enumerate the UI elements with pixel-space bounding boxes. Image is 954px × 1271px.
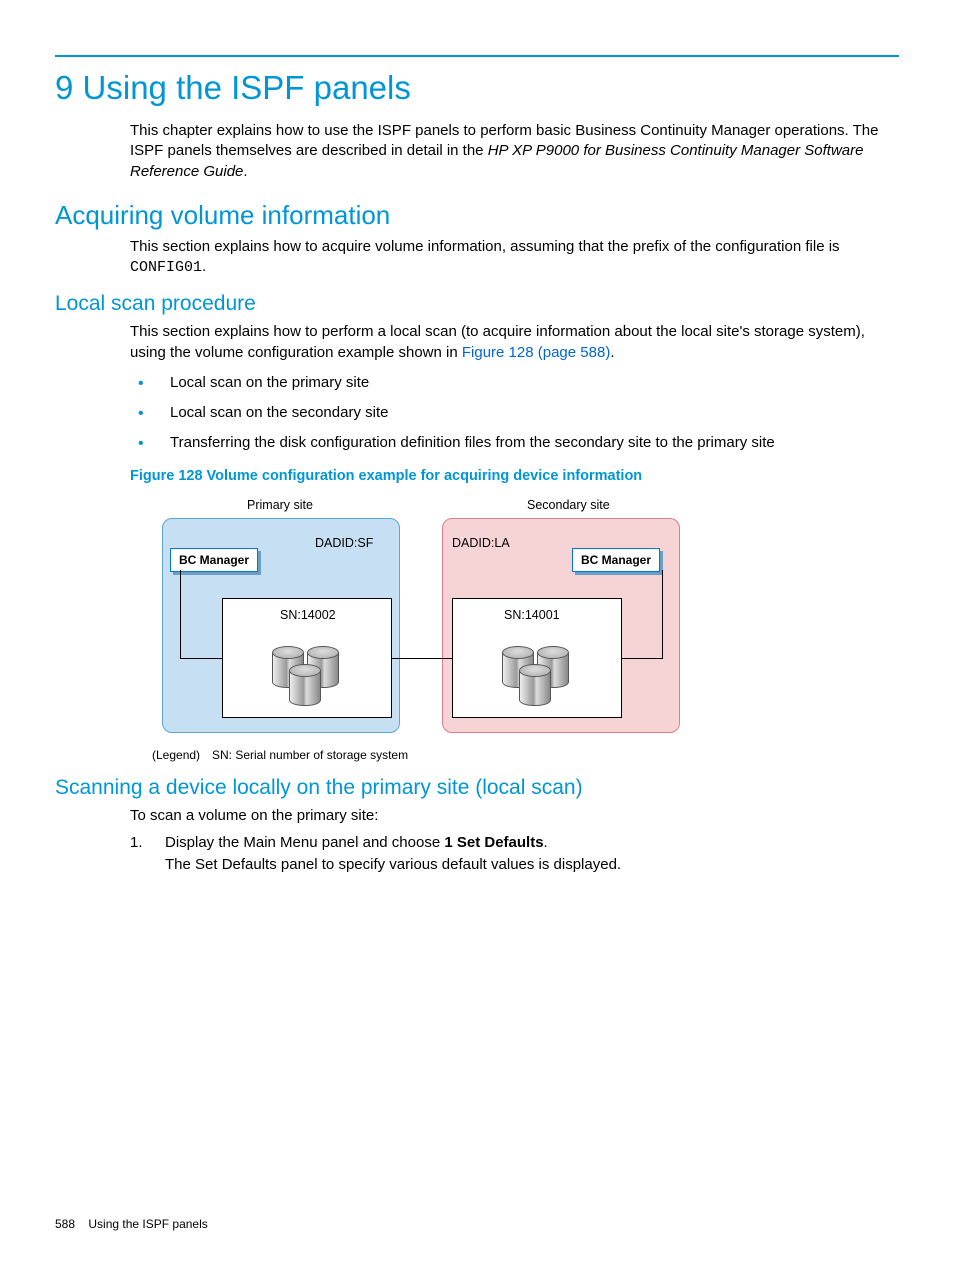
- subsection-scanning-heading: Scanning a device locally on the primary…: [55, 776, 899, 800]
- s1-mono: CONFIG01: [130, 259, 202, 276]
- sn-secondary: SN:14001: [504, 608, 560, 622]
- step-line1-post: .: [544, 834, 548, 851]
- chapter-intro-para: This chapter explains how to use the ISP…: [130, 121, 899, 182]
- bc-manager-primary: BC Manager: [170, 548, 258, 572]
- connector-line: [662, 570, 663, 658]
- legend-label: (Legend): [152, 748, 200, 762]
- bullet-list: Local scan on the primary site Local sca…: [130, 373, 899, 454]
- s1-pre: This section explains how to acquire vol…: [130, 238, 840, 255]
- connector-line: [180, 570, 181, 658]
- list-item: Local scan on the primary site: [130, 373, 899, 393]
- subsection-scanning-body: To scan a volume on the primary site: 1.…: [130, 806, 899, 876]
- page-footer: 588 Using the ISPF panels: [55, 1217, 208, 1231]
- step-number: 1.: [130, 832, 143, 854]
- s1-post: .: [202, 258, 206, 275]
- chapter-intro: This chapter explains how to use the ISP…: [130, 121, 899, 182]
- secondary-site-label: Secondary site: [527, 498, 610, 512]
- sub1-para: This section explains how to perform a l…: [130, 322, 899, 363]
- legend-text: SN: Serial number of storage system: [212, 748, 408, 762]
- chapter-heading: 9 Using the ISPF panels: [55, 69, 899, 107]
- diagram: Primary site Secondary site DADID:SF DAD…: [152, 498, 707, 758]
- chapter-title: Using the ISPF panels: [83, 69, 411, 106]
- intro-post: .: [243, 163, 247, 180]
- primary-site-label: Primary site: [247, 498, 313, 512]
- list-item: Local scan on the secondary site: [130, 403, 899, 423]
- footer-title: Using the ISPF panels: [88, 1217, 207, 1231]
- page-content: 9 Using the ISPF panels This chapter exp…: [0, 0, 954, 919]
- disk-icon: [519, 666, 549, 708]
- step-item: 1. Display the Main Menu panel and choos…: [130, 832, 899, 876]
- step-line2: The Set Defaults panel to specify variou…: [165, 856, 621, 873]
- subsection-localscan-body: This section explains how to perform a l…: [130, 322, 899, 757]
- figure-xref-link[interactable]: Figure 128 (page 588): [462, 344, 610, 361]
- list-item: Transferring the disk configuration defi…: [130, 433, 899, 453]
- section-acquiring-heading: Acquiring volume information: [55, 200, 899, 231]
- sub1-post: .: [610, 344, 614, 361]
- step-line1-bold: 1 Set Defaults: [444, 834, 543, 851]
- section1-para: This section explains how to acquire vol…: [130, 237, 899, 279]
- section-acquiring-body: This section explains how to acquire vol…: [130, 237, 899, 279]
- disk-icon: [289, 666, 319, 708]
- page-number: 588: [55, 1217, 75, 1231]
- dadid-secondary: DADID:LA: [452, 536, 510, 550]
- top-rule: [55, 55, 899, 57]
- connector-line: [392, 658, 452, 659]
- connector-line: [180, 658, 222, 659]
- figure-caption: Figure 128 Volume configuration example …: [130, 468, 899, 484]
- bc-manager-secondary: BC Manager: [572, 548, 660, 572]
- sn-primary: SN:14002: [280, 608, 336, 622]
- figure-128: Primary site Secondary site DADID:SF DAD…: [152, 498, 899, 758]
- chapter-number: 9: [55, 69, 73, 106]
- steps-list: 1. Display the Main Menu panel and choos…: [130, 832, 899, 876]
- connector-line: [622, 658, 663, 659]
- dadid-primary: DADID:SF: [315, 536, 373, 550]
- step-line1-pre: Display the Main Menu panel and choose: [165, 834, 444, 851]
- subsection-localscan-heading: Local scan procedure: [55, 292, 899, 316]
- sub2-intro: To scan a volume on the primary site:: [130, 806, 899, 826]
